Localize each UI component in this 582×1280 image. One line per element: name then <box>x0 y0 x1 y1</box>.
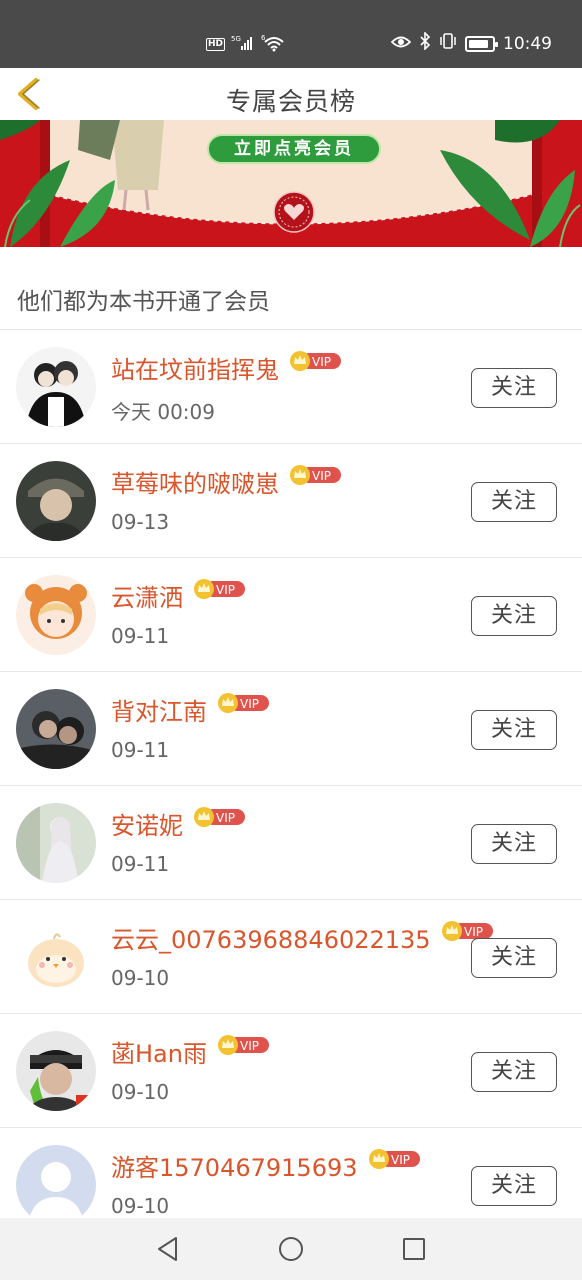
member-row[interactable]: 云潇洒 VIP 09-11 关注 <box>0 558 582 672</box>
member-name[interactable]: 游客1570467915693 <box>111 1148 358 1183</box>
system-nav-bar <box>0 1218 582 1280</box>
member-row[interactable]: 站在坟前指挥鬼 VIP 今天 00:09 关注 <box>0 330 582 444</box>
member-date: 09-11 <box>111 624 170 648</box>
follow-button[interactable]: 关注 <box>471 368 557 408</box>
vip-badge: VIP <box>193 806 247 828</box>
vip-badge: VIP <box>217 692 271 714</box>
svg-text:5G: 5G <box>231 35 241 43</box>
avatar[interactable] <box>16 803 96 883</box>
member-name[interactable]: 背对江南 <box>111 692 207 727</box>
avatar[interactable] <box>16 461 96 541</box>
avatar[interactable] <box>16 1145 96 1225</box>
hd-badge: HD <box>206 38 226 51</box>
member-name[interactable]: 菡Han雨 <box>111 1034 207 1069</box>
member-date: 09-11 <box>111 738 170 762</box>
member-row[interactable]: 草莓味的啵啵崽 VIP 09-13 关注 <box>0 444 582 558</box>
member-date: 09-10 <box>111 1080 170 1104</box>
cellular-signal-icon: 5G <box>231 35 255 54</box>
status-left: HD 5G 6 <box>206 34 285 55</box>
vip-badge: VIP <box>368 1148 422 1170</box>
circle-home-icon <box>279 1237 303 1261</box>
member-row[interactable]: 安诺妮 VIP 09-11 关注 <box>0 786 582 900</box>
follow-button[interactable]: 关注 <box>471 1166 557 1206</box>
follow-button[interactable]: 关注 <box>471 938 557 978</box>
member-row[interactable]: 菡Han雨 VIP 09-10 关注 <box>0 1014 582 1128</box>
vip-promo-banner[interactable]: 立即点亮会员 <box>0 120 582 247</box>
square-recents-icon <box>403 1238 425 1260</box>
nav-back-button[interactable] <box>153 1234 183 1264</box>
member-name[interactable]: 站在坟前指挥鬼 <box>111 350 279 385</box>
member-list: 站在坟前指挥鬼 VIP 今天 00:09 关注 草莓味的啵啵崽 VIP 09-1… <box>0 330 582 1242</box>
nav-home-button[interactable] <box>276 1234 306 1264</box>
vip-label: VIP <box>391 1153 410 1167</box>
member-name[interactable]: 草莓味的啵啵崽 <box>111 464 279 499</box>
vip-badge: VIP <box>289 464 343 486</box>
follow-button[interactable]: 关注 <box>471 1052 557 1092</box>
vip-badge: VIP <box>289 350 343 372</box>
activate-vip-button[interactable]: 立即点亮会员 <box>207 134 381 164</box>
nav-recents-button[interactable] <box>399 1234 429 1264</box>
triangle-back-icon <box>158 1237 177 1261</box>
member-date: 今天 00:09 <box>111 400 215 424</box>
vip-label: VIP <box>240 697 259 711</box>
vip-label: VIP <box>216 811 235 825</box>
wifi-icon: 6 <box>261 34 285 55</box>
member-row[interactable]: 背对江南 VIP 09-11 关注 <box>0 672 582 786</box>
member-name[interactable]: 安诺妮 <box>111 806 183 841</box>
vip-label: VIP <box>312 355 331 369</box>
follow-button[interactable]: 关注 <box>471 710 557 750</box>
avatar[interactable] <box>16 689 96 769</box>
vip-badge: VIP <box>217 1034 271 1056</box>
avatar[interactable] <box>16 917 96 997</box>
vip-label: VIP <box>312 469 331 483</box>
member-date: 09-10 <box>111 966 170 990</box>
follow-button[interactable]: 关注 <box>471 596 557 636</box>
member-name[interactable]: 云云_00763968846022135 <box>111 920 431 955</box>
vibrate-icon <box>439 32 457 55</box>
clock: 10:49 <box>503 33 552 54</box>
avatar[interactable] <box>16 575 96 655</box>
vip-label: VIP <box>464 925 483 939</box>
vip-label: VIP <box>216 583 235 597</box>
follow-button[interactable]: 关注 <box>471 482 557 522</box>
eye-icon <box>390 34 412 54</box>
status-right: 10:49 <box>390 31 552 55</box>
follow-button[interactable]: 关注 <box>471 824 557 864</box>
member-row[interactable]: 云云_00763968846022135 VIP 09-10 关注 <box>0 900 582 1014</box>
member-date: 09-11 <box>111 852 170 876</box>
vip-label: VIP <box>240 1039 259 1053</box>
member-date: 09-10 <box>111 1194 170 1218</box>
member-date: 09-13 <box>111 510 170 534</box>
header: 专属会员榜 <box>0 68 582 120</box>
avatar[interactable] <box>16 347 96 427</box>
status-bar: HD 5G 6 10:49 <box>0 0 582 68</box>
member-name[interactable]: 云潇洒 <box>111 578 183 613</box>
avatar[interactable] <box>16 1031 96 1111</box>
battery-icon <box>465 35 498 52</box>
page-title: 专属会员榜 <box>225 87 356 116</box>
section-title: 他们都为本书开通了会员 <box>17 289 270 315</box>
battery-level <box>469 39 488 48</box>
bluetooth-icon <box>419 31 431 55</box>
vip-badge: VIP <box>193 578 247 600</box>
